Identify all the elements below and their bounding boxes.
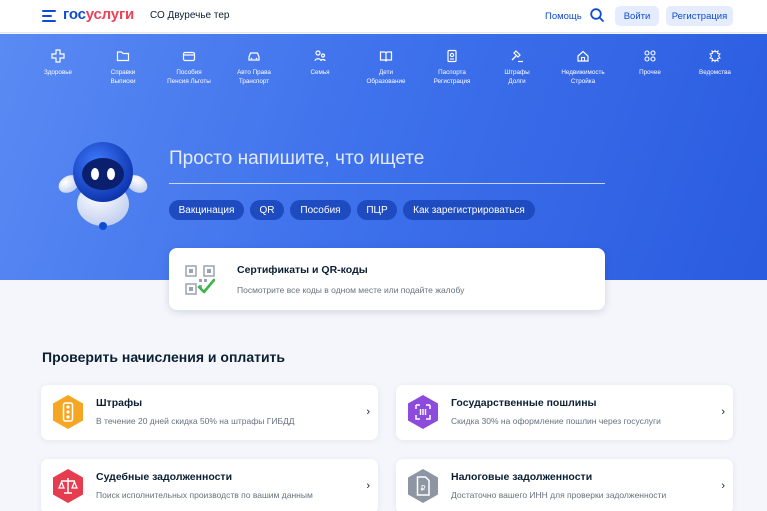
house-icon — [577, 50, 589, 62]
chip-qr[interactable]: QR — [250, 200, 284, 220]
category-family[interactable]: Семья — [286, 44, 354, 78]
chip-vaccination[interactable]: Вакцинация — [169, 200, 244, 220]
category-passports[interactable]: Паспорта Регистрация — [418, 44, 486, 86]
chevron-right-icon: › — [366, 480, 370, 492]
scales-icon — [53, 469, 83, 503]
chip-how-to-register[interactable]: Как зарегистрироваться — [403, 200, 535, 220]
payment-card-fines[interactable]: Штрафы В течение 20 дней скидка 50% на ш… — [41, 385, 378, 440]
search-icon[interactable] — [589, 7, 605, 23]
wallet-icon — [182, 51, 196, 62]
family-icon — [314, 50, 326, 62]
cert-card-title: Сертификаты и QR-коды — [237, 264, 368, 276]
category-realty[interactable]: Недвижимость Стройка — [549, 44, 617, 86]
passport-icon — [447, 49, 457, 63]
category-health[interactable]: Здоровье — [24, 44, 92, 78]
gavel-icon — [511, 50, 523, 63]
grid-icon — [644, 50, 656, 62]
category-agencies[interactable]: Ведомства — [681, 44, 749, 78]
region-selector[interactable]: СО Двуречье тер — [150, 10, 229, 21]
menu-icon[interactable] — [42, 10, 56, 22]
qr-code-icon — [185, 265, 215, 295]
health-icon — [51, 49, 65, 63]
hero-banner: Здоровье Справки Выписки Пособия Пенсия … — [0, 34, 767, 280]
cert-card-subtitle: Посмотрите все коды в одном месте или по… — [237, 285, 465, 295]
car-icon — [248, 52, 260, 61]
category-education[interactable]: Дети Образование — [352, 44, 420, 86]
category-auto[interactable]: Авто Права Транспорт — [220, 44, 288, 86]
svg-text:₽: ₽ — [420, 484, 425, 493]
payment-card-tax-debts[interactable]: ₽ Налоговые задолженности Достаточно ваш… — [396, 459, 733, 511]
category-fines[interactable]: Штрафы Долги — [483, 44, 551, 86]
folder-icon — [116, 51, 130, 62]
book-icon — [379, 51, 393, 62]
traffic-light-icon — [53, 395, 83, 429]
category-other[interactable]: Прочее — [616, 44, 684, 78]
chevron-right-icon: › — [366, 406, 370, 418]
help-link[interactable]: Помощь — [545, 11, 582, 22]
search-underline — [169, 183, 605, 184]
robot-mascot — [58, 142, 148, 230]
tax-document-icon: ₽ — [408, 469, 438, 503]
chevron-right-icon: › — [721, 406, 725, 418]
chip-benefits[interactable]: Пособия — [290, 200, 351, 220]
chip-pcr[interactable]: ПЦР — [357, 200, 397, 220]
section-title: Проверить начисления и оплатить — [42, 349, 286, 365]
receipt-icon — [408, 395, 438, 429]
payment-card-court-debts[interactable]: Судебные задолженности Поиск исполнитель… — [41, 459, 378, 511]
search-prompt[interactable]: Просто напишите, что ищете — [169, 148, 424, 170]
certificates-card[interactable]: Сертификаты и QR-коды Посмотрите все код… — [169, 248, 605, 310]
emblem-icon — [709, 49, 721, 63]
chevron-right-icon: › — [721, 480, 725, 492]
category-benefits[interactable]: Пособия Пенсия Льготы — [155, 44, 223, 86]
login-button[interactable]: Войти — [615, 6, 659, 26]
category-bar: Здоровье Справки Выписки Пособия Пенсия … — [0, 44, 767, 104]
logo[interactable]: госуслуги — [63, 6, 134, 23]
register-button[interactable]: Регистрация — [666, 6, 733, 26]
category-certificates[interactable]: Справки Выписки — [89, 44, 157, 86]
top-header: госуслуги СО Двуречье тер Помощь Войти Р… — [0, 0, 767, 33]
payment-card-state-fees[interactable]: Государственные пошлины Скидка 30% на оф… — [396, 385, 733, 440]
